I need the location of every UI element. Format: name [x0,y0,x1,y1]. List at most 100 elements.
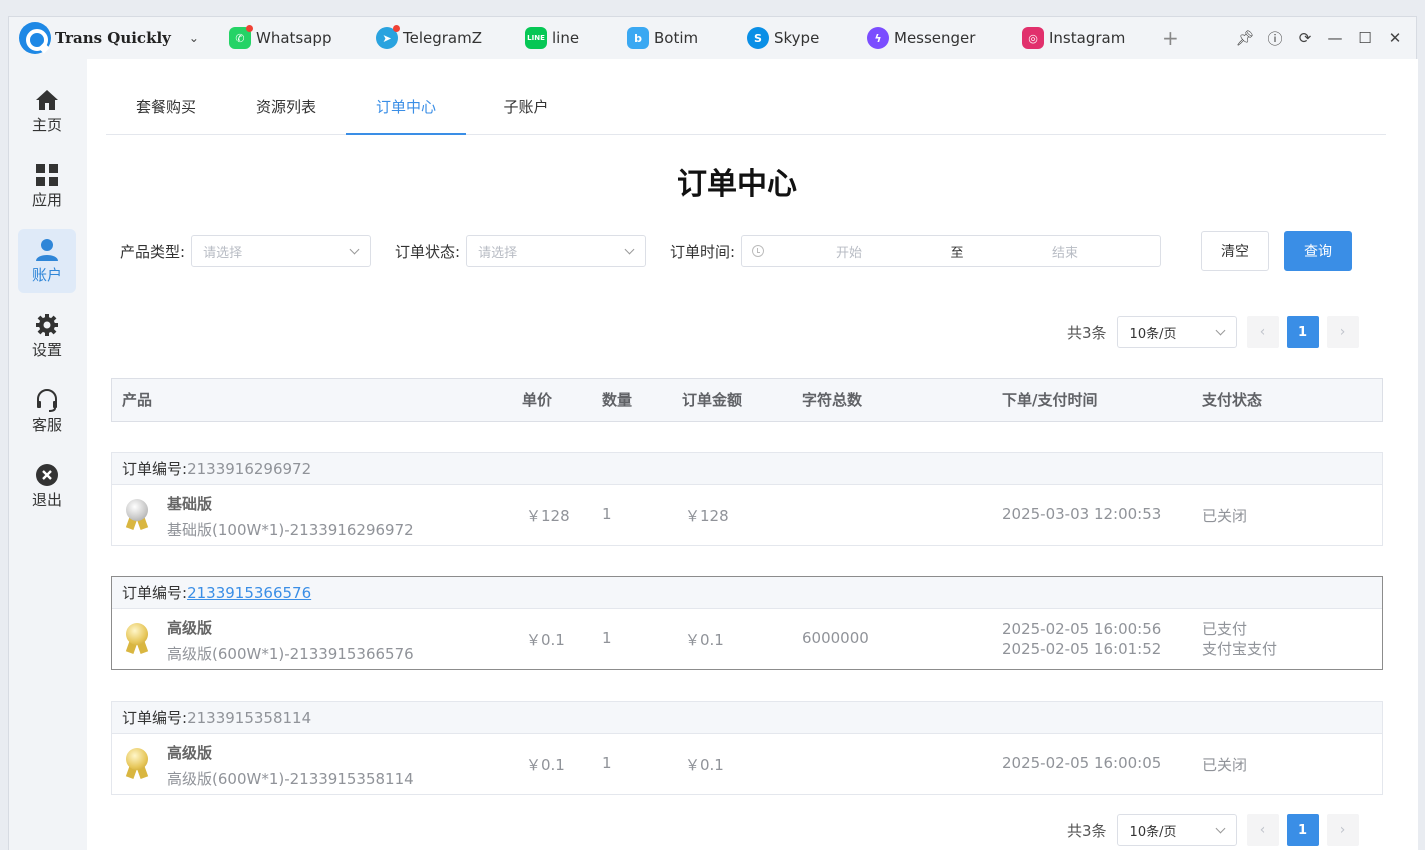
sidebar-item-support[interactable]: 客服 [18,379,76,443]
app-tab-botim[interactable]: b Botim [627,17,747,59]
order-number[interactable]: 2133916296972 [187,460,311,478]
start-date-input[interactable]: 开始 [764,242,934,261]
app-tab-line[interactable]: LINE line [525,17,627,59]
page-size-select[interactable]: 10条/页 [1116,316,1237,348]
product-name: 高级版 [167,619,213,637]
payment-status: 已关闭 [1202,507,1248,525]
pin-icon[interactable]: 📌︎ [1230,29,1260,47]
column-header-product: 产品 [122,391,153,409]
brand-logo-icon [19,22,51,54]
filter-order-status: 订单状态: 请选择 [395,235,647,267]
end-date-input[interactable]: 结束 [980,242,1150,261]
headset-icon [35,388,59,412]
order-number[interactable]: 2133915366576 [187,584,311,602]
order-time: 2025-03-03 12:00:53 [1002,505,1162,523]
column-header-quantity: 数量 [602,391,633,409]
product-type-select[interactable]: 请选择 [191,235,372,267]
filter-order-time: 订单时间: 开始 至 结束 [670,235,1162,267]
product-description: 基础版(100W*1)-2133916296972 [167,521,414,539]
order-time: 2025-02-05 16:00:56 [1002,620,1162,638]
chevron-down-icon [1215,823,1225,833]
gear-icon [35,313,59,337]
app-tabs: ✆ Whatsapp ➤ TelegramZ LINE line b Botim… [229,17,1179,59]
refresh-icon[interactable]: ⟳ [1290,29,1320,47]
tab-resource-list[interactable]: 资源列表 [226,87,346,134]
clock-icon [752,245,765,257]
order-times: 2025-02-05 16:00:56 2025-02-05 16:01:52 [1002,619,1161,659]
range-separator: 至 [950,245,964,261]
product-description: 高级版(600W*1)-2133915366576 [167,645,414,663]
sidebar-item-settings[interactable]: 设置 [18,304,76,368]
prev-page-button[interactable]: ‹ [1246,814,1279,846]
window-controls: 📌︎ ⓘ ⟳ — ☐ ✕ [1230,17,1410,59]
filter-label: 订单状态: [395,242,461,261]
add-tab-icon[interactable]: + [1162,26,1179,50]
tab-order-center[interactable]: 订单中心 [346,87,466,135]
minimize-icon[interactable]: — [1320,29,1350,47]
next-page-button[interactable]: › [1326,814,1359,846]
help-icon[interactable]: ⓘ [1260,28,1290,49]
product-name: 基础版 [167,495,213,513]
maximize-icon[interactable]: ☐ [1350,29,1380,47]
prev-page-button[interactable]: ‹ [1246,316,1279,348]
sidebar-item-home[interactable]: 主页 [18,79,76,143]
table-row: 高级版 高级版(600W*1)-2133915358114 ￥0.1 1 ￥0.… [112,734,1382,794]
payment-status: 已支付 [1202,620,1248,638]
app-tab-label: line [552,29,580,47]
order-time-range-picker[interactable]: 开始 至 结束 [741,235,1162,267]
page-number-button[interactable]: 1 [1286,316,1319,348]
unit-price: ￥0.1 [526,631,565,649]
app-tab-instagram[interactable]: ◎ Instagram [1022,17,1142,59]
order-number[interactable]: 2133915358114 [187,709,311,727]
botim-icon: b [627,27,649,49]
filter-label: 产品类型: [120,242,186,261]
next-page-button[interactable]: › [1326,316,1359,348]
sidebar-item-label: 退出 [31,490,62,509]
order-number-label: 订单编号: [122,584,188,602]
filter-label: 订单时间: [670,242,736,261]
unit-price: ￥128 [526,507,570,525]
sidebar-item-account[interactable]: 账户 [18,229,76,293]
order-amount: ￥0.1 [685,756,724,774]
char-total: 6000000 [802,629,869,647]
table-row: 基础版 基础版(100W*1)-2133916296972 ￥128 1 ￥12… [112,485,1382,545]
order-header: 订单编号:2133915366576 [112,577,1382,609]
order-card: 订单编号:2133916296972 基础版 基础版(100W*1)-21339… [111,452,1383,546]
page-number-button[interactable]: 1 [1286,814,1319,846]
pagination-bottom: 共3条 10条/页 ‹ 1 › [1067,814,1367,846]
quantity: 1 [602,754,612,772]
sidebar-item-logout[interactable]: 退出 [18,454,76,518]
title-bar: Trans Quickly ⌄ ✆ Whatsapp ➤ TelegramZ L… [9,17,1416,59]
instagram-icon: ◎ [1022,27,1044,49]
sidebar-item-apps[interactable]: 应用 [18,154,76,218]
app-tab-telegram[interactable]: ➤ TelegramZ [376,17,525,59]
pagination-total: 共3条 [1067,323,1107,342]
app-tab-messenger[interactable]: ϟ Messenger [867,17,1022,59]
brand-menu[interactable]: Trans Quickly ⌄ [19,22,219,54]
order-status-select[interactable]: 请选择 [466,235,647,267]
product-name: 高级版 [167,744,213,762]
close-icon[interactable]: ✕ [1380,29,1410,47]
tab-package-purchase[interactable]: 套餐购买 [106,87,226,134]
notification-dot [246,25,253,32]
tab-sub-accounts[interactable]: 子账户 [466,87,586,134]
gold-medal-icon [124,623,150,655]
pagination-top: 共3条 10条/页 ‹ 1 › [1067,316,1367,348]
app-tab-whatsapp[interactable]: ✆ Whatsapp [229,17,376,59]
messenger-icon: ϟ [867,27,889,49]
app-tab-label: Messenger [894,29,976,47]
clear-button[interactable]: 清空 [1201,231,1269,271]
app-tab-skype[interactable]: S Skype [747,17,867,59]
sidebar-item-label: 设置 [31,340,62,359]
quantity: 1 [602,505,612,523]
user-icon [35,238,59,262]
home-icon [35,88,59,112]
chevron-down-icon [1215,325,1225,335]
page-size-select[interactable]: 10条/页 [1116,814,1237,846]
query-button[interactable]: 查询 [1284,231,1352,271]
chevron-down-icon [349,244,360,254]
app-tab-label: TelegramZ [403,29,483,47]
sidebar-item-label: 应用 [31,190,62,209]
sidebar-item-label: 客服 [31,415,62,434]
order-amount: ￥128 [685,507,729,525]
